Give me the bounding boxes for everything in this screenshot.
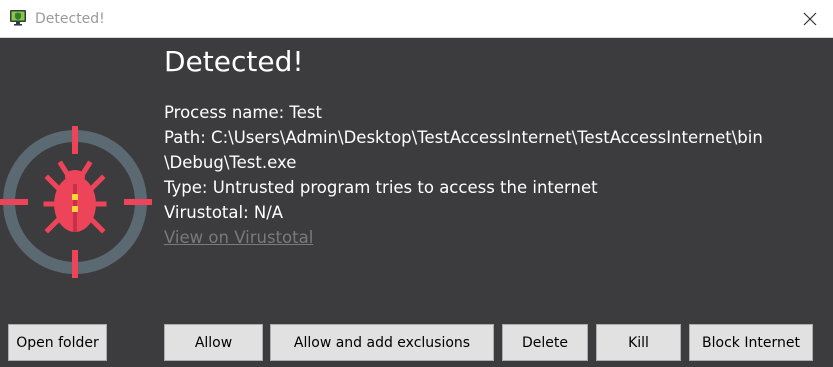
- detection-window: Detected! Detected! Process name: Test P…: [0, 0, 833, 367]
- path-text-line2: \Debug\Test.exe: [164, 153, 297, 172]
- shield-monitor-icon: [9, 9, 27, 27]
- type-text: Type: Untrusted program tries to access …: [164, 178, 598, 197]
- allow-and-add-exclusions-button[interactable]: Allow and add exclusions: [270, 324, 494, 361]
- allow-button[interactable]: Allow: [164, 324, 263, 361]
- bug-target-icon: [0, 126, 152, 278]
- path-text-line1: Path: C:\Users\Admin\Desktop\TestAccessI…: [164, 128, 763, 147]
- close-icon: [803, 12, 817, 25]
- page-title: Detected!: [164, 45, 304, 78]
- window-title: Detected!: [35, 11, 105, 27]
- view-on-virustotal-link[interactable]: View on Virustotal: [164, 225, 824, 250]
- block-internet-button[interactable]: Block Internet: [689, 324, 813, 361]
- process-name-text: Process name: Test: [164, 103, 322, 122]
- open-folder-button[interactable]: Open folder: [8, 324, 107, 361]
- detection-info: Process name: Test Path: C:\Users\Admin\…: [164, 100, 824, 250]
- title-bar[interactable]: Detected!: [0, 0, 833, 38]
- detection-details: Detected! Process name: Test Path: C:\Us…: [164, 38, 824, 250]
- close-button[interactable]: [787, 0, 833, 37]
- virustotal-text: Virustotal: N/A: [164, 203, 284, 222]
- delete-button[interactable]: Delete: [502, 324, 588, 361]
- kill-button[interactable]: Kill: [596, 324, 681, 361]
